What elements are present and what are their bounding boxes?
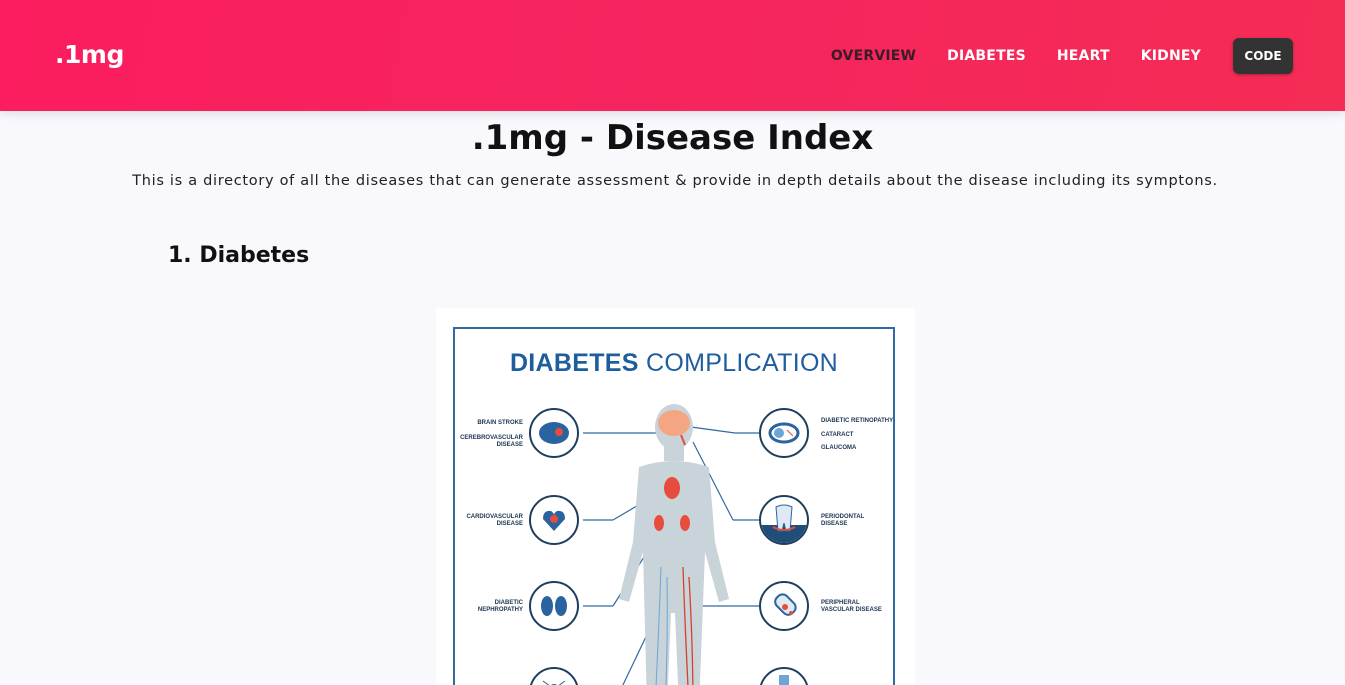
label-glaucoma: GLAUCOMA [821, 445, 857, 451]
top-navbar: .1mg OVERVIEW DIABETES HEART KIDNEY CODE [0, 0, 1345, 111]
nav-link-overview[interactable]: OVERVIEW [831, 48, 916, 64]
blood-vessel-icon [759, 581, 809, 631]
heart-icon [529, 495, 579, 545]
brain-icon [529, 408, 579, 458]
main-nav: OVERVIEW DIABETES HEART KIDNEY CODE [800, 38, 1293, 74]
nav-link-diabetes[interactable]: DIABETES [947, 48, 1026, 64]
label-diabetic-nephropathy: DIABETIC NEPHROPATHY [477, 600, 523, 613]
label-diabetic-retinopathy: DIABETIC RETINOPATHY [821, 418, 894, 424]
diabetes-complication-image: DIABETES COMPLICATION BRAIN STROKE CEREB… [436, 308, 915, 685]
kidney-icon [529, 581, 579, 631]
label-periodontal-disease: PERIODONTAL DISEASE [821, 514, 865, 527]
section-heading-diabetes: 1. Diabetes [168, 243, 310, 268]
diabetes-infographic: DIABETES COMPLICATION BRAIN STROKE CEREB… [453, 327, 895, 685]
label-brain-stroke: BRAIN STROKE [477, 420, 523, 426]
nav-link-kidney[interactable]: KIDNEY [1141, 48, 1201, 64]
site-logo[interactable]: .1mg [55, 40, 124, 69]
label-cerebrovascular-disease: CEREBROVASCULAR DISEASE [460, 435, 523, 448]
nav-link-heart[interactable]: HEART [1057, 48, 1110, 64]
label-cardiovascular-disease: CARDIOVASCULAR DISEASE [466, 514, 523, 527]
body-illustration [583, 404, 761, 685]
page-title: .1mg - Disease Index [471, 118, 874, 158]
code-button[interactable]: CODE [1233, 38, 1293, 74]
label-cataract: CATARACT [821, 432, 854, 438]
tooth-icon [759, 495, 809, 545]
page-description: This is a directory of all the diseases … [132, 173, 1218, 189]
eye-icon [759, 408, 809, 458]
label-peripheral-vascular-disease: PERIPHERAL VASCULAR DISEASE [821, 600, 882, 613]
